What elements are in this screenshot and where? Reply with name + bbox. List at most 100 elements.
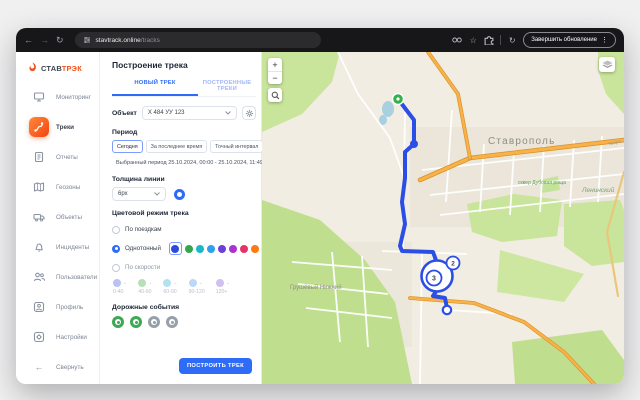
magnifier-icon bbox=[271, 91, 280, 100]
event-toggle[interactable] bbox=[148, 316, 160, 328]
color-mode-trips-row: По поездкам bbox=[112, 223, 256, 236]
zoom-out-button[interactable]: − bbox=[268, 71, 282, 84]
color-swatch[interactable] bbox=[207, 245, 215, 253]
speed-color-select[interactable] bbox=[189, 279, 197, 287]
sidebar-item-profile[interactable]: Профиль bbox=[16, 292, 99, 322]
fit-bounds-button[interactable] bbox=[268, 88, 282, 102]
sidebar-item-label: Геозоны bbox=[56, 184, 80, 191]
zoom-control: + − bbox=[268, 58, 282, 84]
radio-solid-label: Однотонный bbox=[125, 245, 161, 252]
object-value: Х 484 УУ 123 bbox=[148, 110, 221, 116]
build-track-button[interactable]: ПОСТРОИТЬ ТРЕК bbox=[179, 358, 252, 374]
speed-range-label: 40-60 bbox=[138, 289, 152, 295]
logo-text: СТАВТРЭК bbox=[41, 64, 82, 73]
profile-icon bbox=[29, 297, 49, 317]
sidebar-item-reports[interactable]: Отчеты bbox=[16, 142, 99, 172]
color-swatch[interactable] bbox=[218, 245, 226, 253]
sidebar-item-label: Треки bbox=[56, 124, 74, 131]
track-tabs: НОВЫЙ ТРЕК ПОСТРОЕННЫЕ ТРЕКИ bbox=[112, 77, 256, 97]
address-bar[interactable]: stavtrack.online/tracks bbox=[75, 32, 321, 48]
layers-button[interactable] bbox=[599, 57, 615, 72]
line-width-select[interactable]: 6px bbox=[112, 187, 166, 201]
finish-update-button[interactable]: Завершить обновление ⋮ bbox=[523, 32, 616, 48]
sidebar-item-geozones[interactable]: Геозоны bbox=[16, 172, 99, 202]
divider bbox=[500, 35, 501, 45]
color-swatch[interactable] bbox=[185, 245, 193, 253]
sidebar-item-label: Настройки bbox=[56, 334, 87, 341]
object-label: Объект bbox=[112, 110, 137, 117]
geozone-map-icon bbox=[29, 177, 49, 197]
object-settings-button[interactable] bbox=[242, 106, 256, 120]
sidebar-item-monitoring[interactable]: Мониторинг bbox=[16, 82, 99, 112]
sidebar: СТАВТРЭК Мониторинг Треки Отчеты bbox=[16, 52, 100, 384]
radio-speed[interactable] bbox=[112, 264, 120, 272]
chevron-down-icon: ⌄ bbox=[173, 280, 177, 286]
sidebar-item-users[interactable]: Пользователи bbox=[16, 262, 99, 292]
browser-window: ← → ↻ stavtrack.online/tracks ☆ ↻ bbox=[16, 28, 624, 384]
event-toggle[interactable] bbox=[166, 316, 178, 328]
object-select[interactable]: Х 484 УУ 123 bbox=[142, 106, 237, 120]
sidebar-item-label: Пользователи bbox=[56, 274, 97, 281]
users-icon bbox=[29, 267, 49, 287]
color-dot bbox=[171, 245, 179, 253]
sidebar-item-incidents[interactable]: Инциденты bbox=[16, 232, 99, 262]
line-width-value: 6px bbox=[118, 191, 150, 197]
radio-trips-label: По поездкам bbox=[125, 226, 162, 233]
speed-range-label: 90-120 bbox=[189, 289, 205, 295]
sidebar-item-label: Профиль bbox=[56, 304, 83, 311]
tab-new-track[interactable]: НОВЫЙ ТРЕК bbox=[112, 77, 198, 96]
color-mode-speed-row: По скорости bbox=[112, 261, 256, 274]
sidebar-collapse-button[interactable]: ← Свернуть bbox=[16, 352, 99, 382]
color-swatch[interactable] bbox=[196, 245, 204, 253]
period-chip-exact[interactable]: Точный интервал bbox=[210, 140, 263, 153]
extensions-icon[interactable] bbox=[484, 35, 494, 45]
tab-built-tracks[interactable]: ПОСТРОЕННЫЕ ТРЕКИ bbox=[198, 77, 256, 96]
radio-solid[interactable] bbox=[112, 245, 120, 253]
color-swatch[interactable] bbox=[240, 245, 248, 253]
speed-range-item: ⌄ 60-90 bbox=[163, 279, 177, 295]
color-swatch[interactable] bbox=[251, 245, 259, 253]
color-mode-solid-row: Однотонный bbox=[112, 242, 256, 255]
event-toggle[interactable] bbox=[112, 316, 124, 328]
color-swatch-selected[interactable] bbox=[169, 242, 182, 255]
speed-color-select[interactable] bbox=[216, 279, 224, 287]
sidebar-item-objects[interactable]: Объекты bbox=[16, 202, 99, 232]
forward-icon[interactable]: → bbox=[40, 28, 49, 52]
speed-range-label: 60-90 bbox=[163, 289, 177, 295]
color-swatch[interactable] bbox=[229, 245, 237, 253]
sidebar-item-settings[interactable]: Настройки bbox=[16, 322, 99, 352]
color-mode-label: Цветовой режим трека bbox=[112, 210, 256, 217]
reload-icon[interactable]: ↻ bbox=[56, 28, 64, 52]
sidebar-item-label: Свернуть bbox=[56, 364, 84, 371]
event-toggle[interactable] bbox=[130, 316, 142, 328]
site-settings-icon bbox=[83, 36, 91, 44]
chevron-down-icon: ⌄ bbox=[148, 280, 152, 286]
reading-mode-icon[interactable] bbox=[452, 35, 462, 45]
layers-icon bbox=[602, 60, 613, 69]
speed-color-select[interactable] bbox=[113, 279, 121, 287]
zoom-in-button[interactable]: + bbox=[268, 58, 282, 71]
period-label: Период bbox=[112, 129, 256, 136]
period-summary: Выбранный период 25.10.2024, 00:00 - 25.… bbox=[112, 159, 256, 167]
chevron-down-icon: ⌄ bbox=[199, 280, 203, 286]
bookmark-star-icon[interactable]: ☆ bbox=[468, 35, 478, 45]
period-chip-today[interactable]: Сегодня bbox=[112, 140, 143, 153]
sync-icon[interactable]: ↻ bbox=[507, 35, 517, 45]
map-canvas[interactable]: 3 2 Ставрополь Ленинский сквер Дубовая р… bbox=[262, 52, 624, 384]
speed-range-item: ⌄ 0-40 bbox=[113, 279, 127, 295]
speed-range-item: ⌄ 40-60 bbox=[138, 279, 152, 295]
monitor-icon bbox=[29, 87, 49, 107]
period-chip-recent[interactable]: За последнее время bbox=[146, 140, 208, 153]
sidebar-item-label: Мониторинг bbox=[56, 94, 91, 101]
speed-color-select[interactable] bbox=[163, 279, 171, 287]
svg-text:2: 2 bbox=[451, 261, 455, 268]
kebab-menu-icon[interactable]: ⋮ bbox=[601, 36, 608, 44]
back-icon[interactable]: ← bbox=[24, 28, 33, 52]
sidebar-item-tracks[interactable]: Треки bbox=[16, 112, 99, 142]
chevron-down-icon bbox=[154, 192, 160, 196]
sidebar-item-label: Отчеты bbox=[56, 154, 78, 161]
road-events-toggles bbox=[112, 316, 256, 328]
radio-trips[interactable] bbox=[112, 226, 120, 234]
speed-color-select[interactable] bbox=[138, 279, 146, 287]
period-summary-text: Выбранный период 25.10.2024, 00:00 - 25.… bbox=[116, 160, 263, 166]
